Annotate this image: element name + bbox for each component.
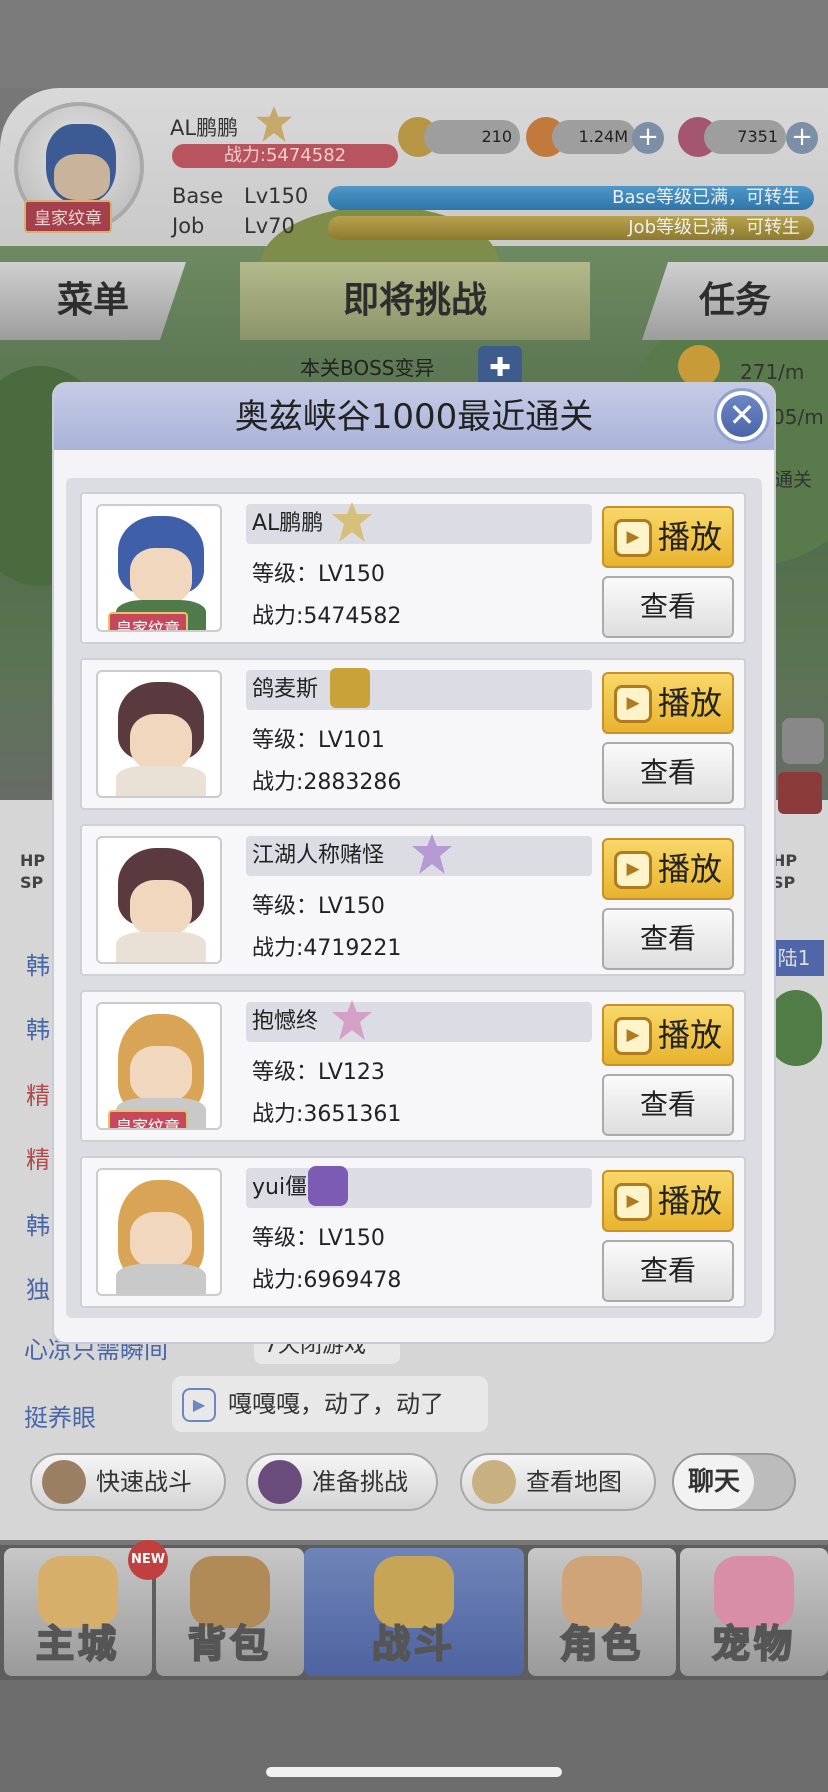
player-portrait: [96, 1168, 222, 1296]
gold-rate: 271/m: [740, 360, 805, 384]
nav-character[interactable]: 角色: [528, 1548, 676, 1676]
new-badge: NEW: [128, 1540, 168, 1580]
nav-pet[interactable]: 宠物: [680, 1548, 828, 1676]
player-power: 战力:3651361: [252, 1102, 402, 1127]
chat-sender-2[interactable]: 挺养眼: [24, 1398, 96, 1433]
royal-badge: 皇家纹章: [24, 200, 112, 233]
list-item: yui僵 等级：LV150 战力:6969478 ▶ 播放 查看: [80, 1156, 746, 1308]
gem-add-button[interactable]: +: [786, 122, 818, 154]
map-scroll-icon: [472, 1460, 516, 1504]
avatar-face: [54, 154, 110, 200]
player-name: AL鹏鹏: [246, 504, 592, 544]
player-portrait: [96, 670, 222, 798]
player-name: AL鹏鹏: [170, 116, 239, 140]
hp-sp-left: HP SP: [20, 851, 46, 892]
monster-icon: [258, 1460, 302, 1504]
player-power: 战力:2883286: [252, 770, 402, 795]
top-gap: [0, 0, 828, 88]
quest-tab[interactable]: 任务: [642, 262, 828, 340]
player-power: 战力:4719221: [252, 936, 402, 961]
list-item: 鸽麦斯 等级：LV101 战力:2883286 ▶ 播放 查看: [80, 658, 746, 810]
player-name: 抱憾终: [246, 1002, 592, 1042]
play-icon: ▶: [614, 519, 652, 557]
chat-message-2: 嘎嘎嘎，动了，动了: [172, 1376, 488, 1432]
challenge-tab[interactable]: 即将挑战: [240, 262, 590, 340]
player-power: 战力:5474582: [172, 144, 398, 168]
zeny-value: 210: [424, 120, 520, 154]
player-level: 等级：LV150: [252, 562, 385, 587]
prepare-challenge-button[interactable]: 准备挑战: [246, 1453, 438, 1511]
player-portrait: 皇家纹章: [96, 1002, 222, 1130]
player-power: 战力:5474582: [252, 604, 402, 629]
nav-backpack[interactable]: 背包: [156, 1548, 304, 1676]
base-label: Base: [172, 184, 224, 208]
play-button[interactable]: ▶ 播放: [602, 838, 734, 900]
chat-edge-4: 精: [26, 1146, 50, 1174]
home-indicator[interactable]: [266, 1767, 562, 1777]
royal-badge: 皇家纹章: [108, 612, 189, 630]
chat-edge-3: 精: [26, 1082, 50, 1110]
menu-tab[interactable]: 菜单: [0, 262, 186, 340]
play-icon: ▶: [614, 851, 652, 889]
trophy-icon: [330, 668, 370, 708]
player-name: 江湖人称赌怪: [246, 836, 592, 876]
purple-badge-icon: [308, 1166, 348, 1206]
job-label: Job: [172, 214, 205, 238]
gem-value: 7351: [704, 120, 786, 154]
view-button[interactable]: 查看: [602, 1074, 734, 1136]
player-portrait: [96, 836, 222, 964]
base-exp-bar: Base等级已满，可转生: [328, 186, 814, 210]
exp-rate: 05/m: [772, 405, 824, 429]
gold-add-button[interactable]: +: [632, 122, 664, 154]
play-button[interactable]: ▶ 播放: [602, 506, 734, 568]
player-level: 等级：LV123: [252, 1060, 385, 1085]
view-button[interactable]: 查看: [602, 908, 734, 970]
chat-edge-2: 韩: [26, 1016, 50, 1044]
player-level: 等级：LV150: [252, 1226, 385, 1251]
player-power: 战力:6969478: [252, 1268, 402, 1293]
royal-badge: 皇家纹章: [108, 1110, 189, 1128]
nav-battle[interactable]: 战斗: [304, 1548, 524, 1676]
job-level: Lv70: [244, 214, 295, 238]
warrior-icon: [42, 1460, 86, 1504]
play-icon: ▶: [614, 1017, 652, 1055]
view-button[interactable]: 查看: [602, 1240, 734, 1302]
play-button[interactable]: ▶ 播放: [602, 1004, 734, 1066]
list-item: 江湖人称赌怪 等级：LV150 战力:4719221 ▶ 播放 查看: [80, 824, 746, 976]
gold-value: 1.24M: [552, 120, 636, 154]
view-button[interactable]: 查看: [602, 742, 734, 804]
player-portrait: 皇家纹章: [96, 504, 222, 632]
boss-mutation-label: 本关BOSS变异: [300, 356, 435, 380]
play-button[interactable]: ▶ 播放: [602, 1170, 734, 1232]
chat-edge-6: 独: [26, 1276, 50, 1304]
gold-coin-icon: [678, 345, 720, 387]
view-map-button[interactable]: 查看地图: [460, 1453, 656, 1511]
player-name: 鸽麦斯: [246, 670, 592, 710]
play-icon: ▶: [614, 1183, 652, 1221]
list-item: 皇家纹章 抱憾终 等级：LV123 战力:3651361 ▶ 播放 查看: [80, 990, 746, 1142]
modal-title: 奥兹峡谷1000最近通关: [234, 397, 594, 437]
view-button[interactable]: 查看: [602, 576, 734, 638]
player-name: yui僵: [246, 1168, 592, 1208]
hp-sp-right: HP SP: [772, 851, 798, 892]
base-level: Lv150: [244, 184, 309, 208]
quick-battle-button[interactable]: 快速战斗: [30, 1453, 226, 1511]
book-icon[interactable]: [778, 772, 822, 814]
clear-label: 通关: [774, 469, 813, 491]
side-green-button[interactable]: [770, 990, 822, 1066]
play-button[interactable]: ▶ 播放: [602, 672, 734, 734]
player-level: 等级：LV101: [252, 728, 385, 753]
player-level: 等级：LV150: [252, 894, 385, 919]
list-item: 皇家纹章 AL鹏鹏 等级：LV150 战力:5474582 ▶ 播放 查看: [80, 492, 746, 644]
voice-play-icon[interactable]: ▶: [182, 1388, 216, 1422]
job-exp-bar: Job等级已满，可转生: [328, 216, 814, 240]
player-avatar[interactable]: 皇家纹章: [14, 102, 144, 233]
play-icon: ▶: [614, 685, 652, 723]
close-icon[interactable]: ✕: [721, 395, 763, 437]
camera-icon[interactable]: [782, 718, 824, 764]
chat-toggle-label[interactable]: 聊天: [674, 1455, 754, 1509]
chat-edge-5: 韩: [26, 1212, 50, 1240]
chat-edge-1: 韩: [26, 952, 50, 980]
